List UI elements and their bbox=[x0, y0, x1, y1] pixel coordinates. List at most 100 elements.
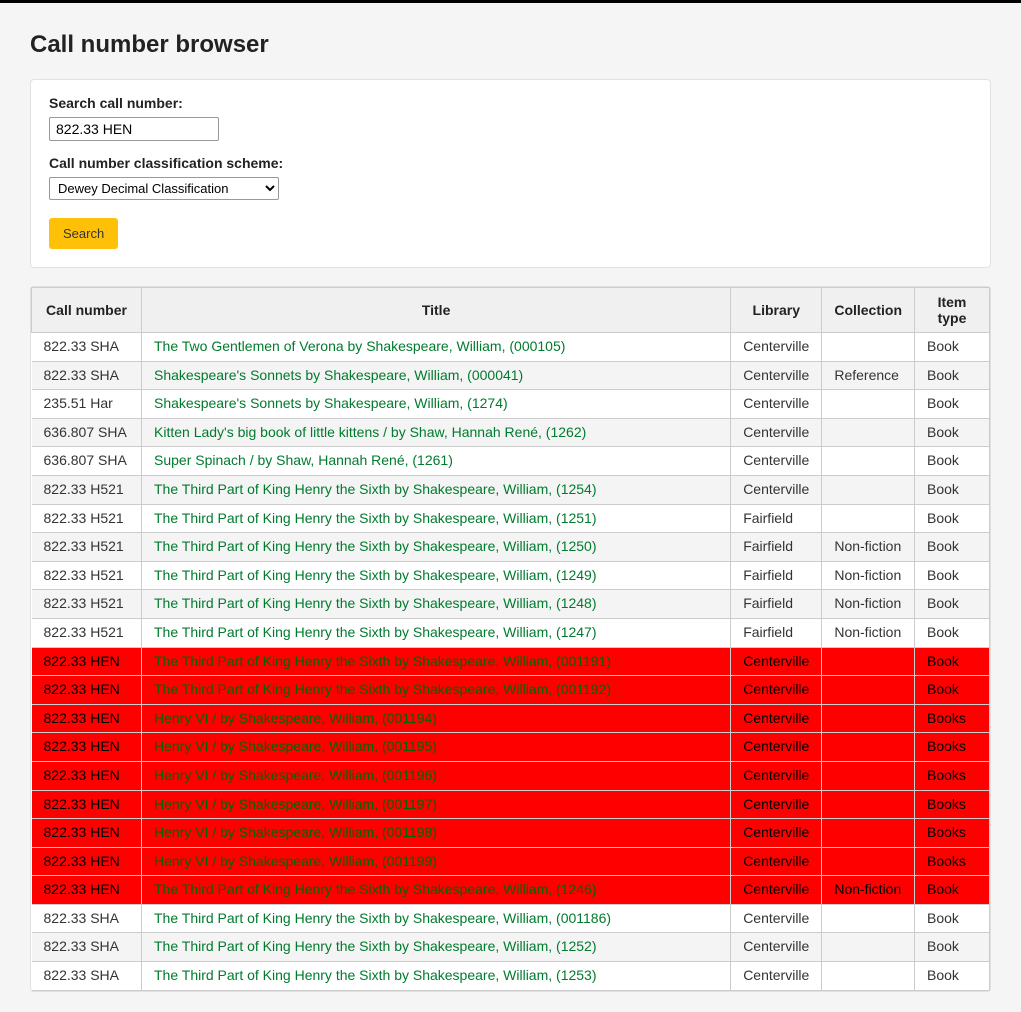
col-header-collection: Collection bbox=[822, 288, 915, 333]
title-link[interactable]: The Third Part of King Henry the Sixth b… bbox=[154, 910, 611, 926]
title-link[interactable]: The Third Part of King Henry the Sixth b… bbox=[154, 595, 597, 611]
cell-itemtype: Book bbox=[915, 361, 990, 390]
title-link[interactable]: Henry VI / by Shakespeare, William, (001… bbox=[154, 853, 437, 869]
cell-library: Centerville bbox=[731, 390, 822, 419]
cell-collection bbox=[822, 475, 915, 504]
table-row: 822.33 HENHenry VI / by Shakespeare, Wil… bbox=[32, 761, 990, 790]
cell-library: Centerville bbox=[731, 361, 822, 390]
title-link[interactable]: The Third Part of King Henry the Sixth b… bbox=[154, 881, 597, 897]
title-link[interactable]: Super Spinach / by Shaw, Hannah René, (1… bbox=[154, 452, 453, 468]
title-link[interactable]: Henry VI / by Shakespeare, William, (001… bbox=[154, 710, 437, 726]
cell-collection bbox=[822, 504, 915, 533]
cell-title: The Third Part of King Henry the Sixth b… bbox=[142, 904, 731, 933]
cell-collection bbox=[822, 904, 915, 933]
table-row: 822.33 HENHenry VI / by Shakespeare, Wil… bbox=[32, 847, 990, 876]
cell-title: Super Spinach / by Shaw, Hannah René, (1… bbox=[142, 447, 731, 476]
search-button[interactable]: Search bbox=[49, 218, 118, 249]
cell-collection: Non-fiction bbox=[822, 533, 915, 562]
table-row: 822.33 HEN Henry VI / by Shakespeare, Wil… bbox=[32, 704, 990, 733]
cell-library: Centerville bbox=[731, 847, 822, 876]
title-link[interactable]: Kitten Lady's big book of little kittens… bbox=[154, 424, 586, 440]
cell-itemtype: Book bbox=[915, 418, 990, 447]
cell-title: The Third Part of King Henry the Sixth b… bbox=[142, 475, 731, 504]
cell-itemtype: Book bbox=[915, 904, 990, 933]
table-row: 822.33 HEN Henry VI / by Shakespeare, Wil… bbox=[32, 790, 990, 819]
table-row: 822.33 SHA The Third Part of King Henry t… bbox=[32, 904, 990, 933]
table-row: 822.33 HENThe Third Part of King Henry t… bbox=[32, 876, 990, 905]
cell-itemtype: Book bbox=[915, 590, 990, 619]
cell-collection bbox=[822, 933, 915, 962]
cell-library: Centerville bbox=[731, 904, 822, 933]
title-link[interactable]: Henry VI / by Shakespeare, William, (001… bbox=[154, 738, 437, 754]
cell-library: Centerville bbox=[731, 647, 822, 676]
title-link[interactable]: The Third Part of King Henry the Sixth b… bbox=[154, 653, 611, 669]
cell-itemtype: Book bbox=[915, 676, 990, 705]
cell-callno: 822.33 HEN bbox=[32, 790, 142, 819]
cell-itemtype: Books bbox=[915, 790, 990, 819]
title-link[interactable]: Henry VI / by Shakespeare, William, (001… bbox=[154, 824, 437, 840]
title-link[interactable]: Shakespeare's Sonnets by Shakespeare, Wi… bbox=[154, 395, 508, 411]
cell-callno: 822.33 SHA bbox=[32, 333, 142, 362]
cell-title: Henry VI / by Shakespeare, William, (001… bbox=[142, 733, 731, 762]
search-panel: Search call number: Call number classifi… bbox=[30, 79, 991, 268]
cell-callno: 822.33 H521 bbox=[32, 561, 142, 590]
cell-library: Centerville bbox=[731, 418, 822, 447]
title-link[interactable]: The Third Part of King Henry the Sixth b… bbox=[154, 510, 597, 526]
title-link[interactable]: Shakespeare's Sonnets by Shakespeare, Wi… bbox=[154, 367, 523, 383]
cell-collection bbox=[822, 819, 915, 848]
title-link[interactable]: The Third Part of King Henry the Sixth b… bbox=[154, 538, 597, 554]
cell-itemtype: Book bbox=[915, 647, 990, 676]
cell-callno: 636.807 SHA bbox=[32, 418, 142, 447]
cell-title: Shakespeare's Sonnets by Shakespeare, Wi… bbox=[142, 390, 731, 419]
title-link[interactable]: The Two Gentlemen of Verona by Shakespea… bbox=[154, 338, 565, 354]
title-link[interactable]: Henry VI / by Shakespeare, William, (001… bbox=[154, 796, 437, 812]
cell-collection: Non-fiction bbox=[822, 590, 915, 619]
cell-callno: 235.51 Har bbox=[32, 390, 142, 419]
title-link[interactable]: The Third Part of King Henry the Sixth b… bbox=[154, 567, 597, 583]
cell-title: Henry VI / by Shakespeare, William, (001… bbox=[142, 819, 731, 848]
cell-title: The Third Part of King Henry the Sixth b… bbox=[142, 676, 731, 705]
title-link[interactable]: Henry VI / by Shakespeare, William, (001… bbox=[154, 767, 437, 783]
table-row: 822.33 HEN The Third Part of King Henry t… bbox=[32, 676, 990, 705]
table-row: 822.33 H521 The Third Part of King Henry … bbox=[32, 561, 990, 590]
col-header-itemtype: Item type bbox=[915, 288, 990, 333]
cell-itemtype: Book bbox=[915, 390, 990, 419]
cell-title: Henry VI / by Shakespeare, William, (001… bbox=[142, 761, 731, 790]
cell-callno: 822.33 HEN bbox=[32, 676, 142, 705]
cell-itemtype: Books bbox=[915, 847, 990, 876]
cell-library: Centerville bbox=[731, 333, 822, 362]
cell-library: Fairfield bbox=[731, 533, 822, 562]
cell-collection bbox=[822, 761, 915, 790]
table-row: 636.807 SHA Kitten Lady's big book of lit… bbox=[32, 418, 990, 447]
col-header-title: Title bbox=[142, 288, 731, 333]
cell-collection bbox=[822, 447, 915, 476]
cell-callno: 822.33 HEN bbox=[32, 704, 142, 733]
cell-collection bbox=[822, 962, 915, 991]
cell-title: Henry VI / by Shakespeare, William, (001… bbox=[142, 847, 731, 876]
title-link[interactable]: The Third Part of King Henry the Sixth b… bbox=[154, 481, 597, 497]
cell-title: Shakespeare's Sonnets by Shakespeare, Wi… bbox=[142, 361, 731, 390]
cell-library: Centerville bbox=[731, 475, 822, 504]
cell-itemtype: Book bbox=[915, 933, 990, 962]
cell-itemtype: Book bbox=[915, 618, 990, 647]
table-row: 822.33 HENHenry VI / by Shakespeare, Wil… bbox=[32, 819, 990, 848]
cell-library: Fairfield bbox=[731, 504, 822, 533]
cell-title: The Third Part of King Henry the Sixth b… bbox=[142, 962, 731, 991]
title-link[interactable]: The Third Part of King Henry the Sixth b… bbox=[154, 681, 611, 697]
search-input[interactable] bbox=[49, 117, 219, 141]
cell-callno: 822.33 HEN bbox=[32, 733, 142, 762]
cell-title: Kitten Lady's big book of little kittens… bbox=[142, 418, 731, 447]
col-header-library: Library bbox=[731, 288, 822, 333]
title-link[interactable]: The Third Part of King Henry the Sixth b… bbox=[154, 967, 597, 983]
cell-title: The Third Part of King Henry the Sixth b… bbox=[142, 933, 731, 962]
cell-library: Centerville bbox=[731, 761, 822, 790]
cell-collection bbox=[822, 790, 915, 819]
cell-title: The Third Part of King Henry the Sixth b… bbox=[142, 876, 731, 905]
table-row: 822.33 HENThe Third Part of King Henry t… bbox=[32, 647, 990, 676]
scheme-select[interactable]: Dewey Decimal Classification bbox=[49, 177, 279, 200]
cell-itemtype: Book bbox=[915, 533, 990, 562]
title-link[interactable]: The Third Part of King Henry the Sixth b… bbox=[154, 624, 597, 640]
results-table: Call number Title Library Collection Ite… bbox=[31, 287, 990, 991]
cell-callno: 822.33 SHA bbox=[32, 904, 142, 933]
title-link[interactable]: The Third Part of King Henry the Sixth b… bbox=[154, 938, 597, 954]
